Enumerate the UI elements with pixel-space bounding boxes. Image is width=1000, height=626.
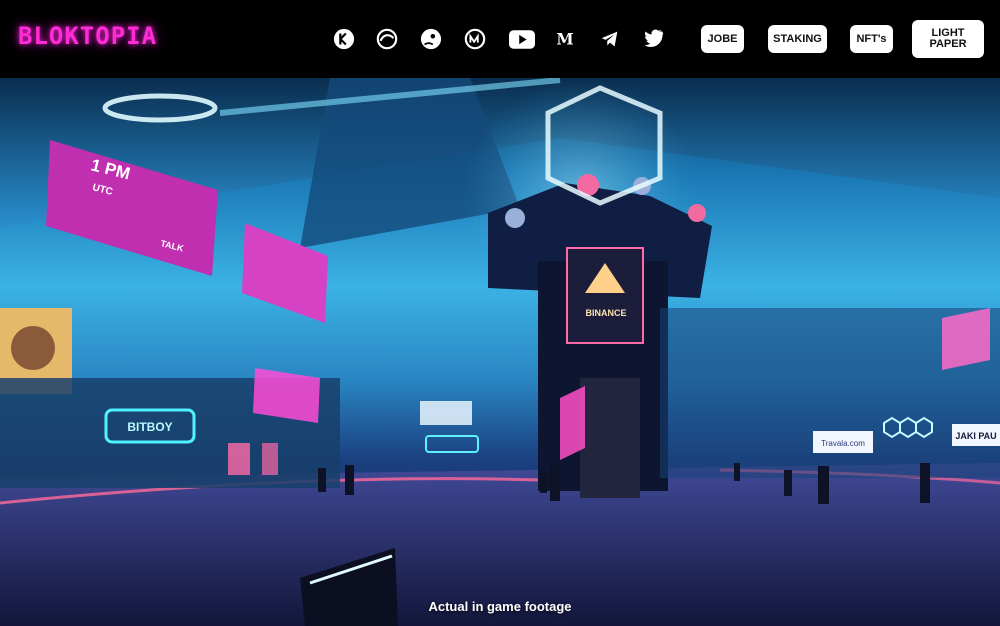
coingecko-gecko-icon[interactable] — [418, 26, 444, 52]
medium-icon[interactable]: M — [552, 26, 578, 52]
kucoin-icon[interactable] — [331, 26, 357, 52]
coinmarketcap-icon[interactable] — [462, 26, 488, 52]
tower-base — [580, 378, 640, 498]
sign-bitboy: BITBOY — [127, 420, 172, 434]
telegram-icon[interactable] — [597, 26, 623, 52]
nfts-button[interactable]: NFT's — [850, 25, 893, 53]
jobe-button[interactable]: JOBE — [701, 25, 744, 53]
sign-travala: Travala.com — [821, 439, 865, 448]
footage-caption: Actual in game footage — [428, 599, 572, 614]
tower-pink-hex — [560, 386, 585, 460]
top-navigation-bar: BLOKTOPIA M JOBE STAKING NFT's LIGHT PAP… — [0, 0, 1000, 78]
game-scene-illustration: 1 PM UTC TALK BITBOY BINANCE Travala.com… — [0, 78, 1000, 626]
portrait-face — [11, 326, 55, 370]
twitter-icon[interactable] — [641, 26, 667, 52]
light-paper-label-line2: PAPER — [929, 38, 967, 50]
binance-screen — [566, 247, 644, 344]
coingecko-ring-icon[interactable] — [374, 26, 400, 52]
sign-jaki: JAKI PAU — [955, 431, 996, 441]
staking-button[interactable]: STAKING — [768, 25, 827, 53]
hero-game-footage: 1 PM UTC TALK BITBOY BINANCE Travala.com… — [0, 78, 1000, 626]
light-paper-button[interactable]: LIGHT PAPER — [912, 20, 984, 58]
billboard-right — [942, 308, 990, 370]
youtube-icon[interactable] — [507, 26, 537, 52]
sign-binance: BINANCE — [585, 308, 626, 318]
svg-text:M: M — [556, 30, 573, 49]
bloktopia-logo[interactable]: BLOKTOPIA — [18, 22, 157, 50]
